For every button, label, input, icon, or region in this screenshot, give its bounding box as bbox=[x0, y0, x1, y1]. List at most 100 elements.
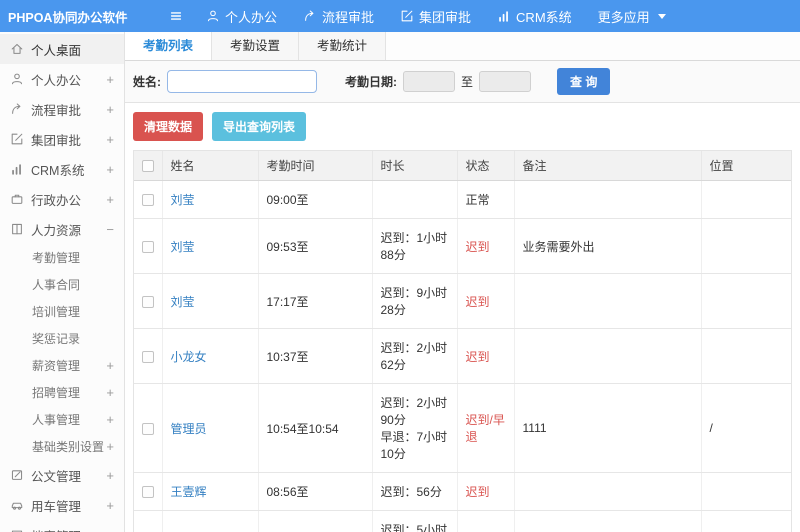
note-cell: 业务需要外出 bbox=[514, 218, 702, 274]
attendance-time-cell: 09:53至 bbox=[258, 218, 373, 274]
nav-item-more-apps[interactable]: 更多应用 bbox=[585, 0, 679, 32]
sidebar-subitem-salary-management[interactable]: 薪资管理 + bbox=[0, 352, 124, 379]
tab-attendance-settings[interactable]: 考勤设置 bbox=[212, 32, 300, 60]
actions-bar: 清理数据 导出查询列表 bbox=[125, 103, 800, 150]
expand-plus-icon[interactable]: + bbox=[106, 412, 114, 427]
date-to-input[interactable] bbox=[479, 71, 532, 92]
tab-attendance-list[interactable]: 考勤列表 bbox=[125, 32, 213, 60]
location-cell bbox=[701, 218, 791, 274]
employee-name-link[interactable]: 小龙女 bbox=[171, 350, 207, 364]
user-icon bbox=[206, 9, 220, 23]
sidebar-item-label: 用车管理 bbox=[31, 499, 82, 514]
nav-item-crm-system[interactable]: CRM系统 bbox=[484, 0, 585, 32]
attendance-table: 姓名 考勤时间 时长 状态 备注 位置 刘莹 09:00至 正常 刘莹 09:53至 迟到：1小时8… bbox=[133, 150, 792, 532]
expand-plus-icon[interactable]: + bbox=[106, 192, 114, 207]
status-cell: 迟到 bbox=[457, 472, 515, 511]
top-navbar: PHPOA协同办公软件 个人办公 流程审批 集团审批 CRM系统 更多应用 bbox=[0, 0, 800, 32]
archive-icon bbox=[10, 528, 24, 532]
export-list-button[interactable]: 导出查询列表 bbox=[212, 112, 307, 141]
collapse-minus-icon[interactable]: − bbox=[106, 222, 114, 237]
status-cell: 迟到 bbox=[457, 273, 515, 329]
sidebar-item-label: 流程审批 bbox=[31, 103, 82, 118]
nav-item-group-approval[interactable]: 集团审批 bbox=[387, 0, 484, 32]
car-icon bbox=[10, 498, 24, 512]
sidebar-item-document-management[interactable]: 公文管理 + bbox=[0, 460, 124, 490]
expand-plus-icon[interactable]: + bbox=[106, 439, 114, 454]
sidebar-item-workflow-approval[interactable]: 流程审批 + bbox=[0, 94, 124, 124]
sidebar-item-personal-office[interactable]: 个人办公 + bbox=[0, 64, 124, 94]
row-checkbox[interactable] bbox=[142, 295, 154, 308]
employee-name-link[interactable]: 刘莹 bbox=[171, 295, 195, 309]
clean-data-button[interactable]: 清理数据 bbox=[133, 112, 204, 141]
date-from-input[interactable] bbox=[403, 71, 455, 92]
expand-plus-icon[interactable]: + bbox=[106, 102, 114, 117]
location-cell bbox=[701, 328, 791, 384]
sidebar-subitem-label: 奖惩记录 bbox=[32, 332, 81, 346]
status-cell: 迟到/早退 bbox=[457, 383, 515, 473]
sidebar-subitem-reward-punishment-records[interactable]: 奖惩记录 bbox=[0, 325, 124, 352]
nav-item-label: CRM系统 bbox=[516, 9, 572, 25]
sidebar-item-human-resources[interactable]: 人力资源 − bbox=[0, 214, 124, 244]
attendance-time-cell: 10:37至 bbox=[258, 328, 373, 384]
sidebar-subitem-label: 薪资管理 bbox=[32, 359, 81, 373]
sidebar-subitem-training-management[interactable]: 培训管理 bbox=[0, 298, 124, 325]
expand-plus-icon[interactable]: + bbox=[106, 72, 114, 87]
sidebar-subitem-personnel-contract[interactable]: 人事合同 bbox=[0, 271, 124, 298]
sidebar-subitem-personnel-management[interactable]: 人事管理 + bbox=[0, 406, 124, 433]
row-checkbox[interactable] bbox=[142, 422, 154, 435]
nav-item-personal-office[interactable]: 个人办公 bbox=[193, 0, 290, 32]
expand-plus-icon[interactable]: + bbox=[106, 358, 114, 373]
tab-attendance-statistics[interactable]: 考勤统计 bbox=[299, 32, 387, 60]
select-all-checkbox[interactable] bbox=[142, 160, 154, 173]
sidebar-item-archive-management[interactable]: 档案管理 + bbox=[0, 520, 124, 532]
row-checkbox[interactable] bbox=[142, 486, 154, 499]
employee-name-link[interactable]: 刘莹 bbox=[171, 193, 195, 207]
chart-icon bbox=[497, 9, 511, 23]
top-nav: 个人办公 流程审批 集团审批 CRM系统 更多应用 bbox=[193, 0, 679, 32]
expand-plus-icon[interactable]: + bbox=[106, 528, 114, 532]
edit-icon bbox=[10, 132, 24, 146]
row-checkbox[interactable] bbox=[142, 350, 154, 363]
sidebar-subitem-base-category-settings[interactable]: 基础类别设置 + bbox=[0, 433, 124, 460]
caret-down-icon bbox=[657, 13, 666, 19]
table-row: 刘莹 09:53至 迟到：1小时88分 迟到 业务需要外出 bbox=[134, 218, 791, 274]
sidebar-subitem-attendance-management[interactable]: 考勤管理 bbox=[0, 244, 124, 271]
location-cell: / bbox=[701, 510, 791, 532]
note-cell bbox=[514, 472, 702, 511]
row-checkbox[interactable] bbox=[142, 240, 154, 253]
hamburger-icon[interactable] bbox=[169, 9, 183, 23]
employee-name-link[interactable]: 管理员 bbox=[171, 422, 207, 436]
expand-plus-icon[interactable]: + bbox=[106, 468, 114, 483]
nav-item-workflow-approval[interactable]: 流程审批 bbox=[290, 0, 387, 32]
nav-item-label: 集团审批 bbox=[419, 9, 472, 25]
column-header: 时长 bbox=[372, 151, 458, 181]
expand-plus-icon[interactable]: + bbox=[106, 498, 114, 513]
sidebar-item-crm-system[interactable]: CRM系统 + bbox=[0, 154, 124, 184]
search-button[interactable]: 查 询 bbox=[557, 68, 611, 95]
table-row: 刘莹 09:00至 正常 bbox=[134, 180, 791, 219]
note-cell bbox=[514, 273, 702, 329]
employee-name-link[interactable]: 王壹辉 bbox=[171, 485, 207, 499]
name-input[interactable] bbox=[167, 70, 317, 93]
date-label: 考勤日期: bbox=[345, 75, 397, 89]
location-cell bbox=[701, 472, 791, 511]
note-cell bbox=[514, 510, 702, 532]
sidebar-item-label: 公文管理 bbox=[31, 469, 82, 484]
row-checkbox[interactable] bbox=[142, 194, 154, 207]
attendance-time-cell: 17:17至 bbox=[258, 273, 373, 329]
expand-plus-icon[interactable]: + bbox=[106, 132, 114, 147]
sidebar-item-group-approval[interactable]: 集团审批 + bbox=[0, 124, 124, 154]
sidebar-item-label: 人力资源 bbox=[31, 223, 82, 238]
sidebar-subitem-label: 人事管理 bbox=[32, 413, 81, 427]
sidebar-item-vehicle-management[interactable]: 用车管理 + bbox=[0, 490, 124, 520]
sidebar-item-admin-office[interactable]: 行政办公 + bbox=[0, 184, 124, 214]
employee-name-link[interactable]: 刘莹 bbox=[171, 240, 195, 254]
expand-plus-icon[interactable]: + bbox=[106, 385, 114, 400]
table-row: 王壹辉 08:56至 迟到：56分 迟到 bbox=[134, 472, 791, 511]
sidebar-item-personal-desktop[interactable]: 个人桌面 bbox=[0, 34, 124, 64]
home-icon bbox=[10, 42, 24, 56]
table-row: 管理员 10:54至10:54 迟到：2小时90分 早退：7小时10分 迟到/早退 11… bbox=[134, 383, 791, 473]
book-icon bbox=[10, 222, 24, 236]
expand-plus-icon[interactable]: + bbox=[106, 162, 114, 177]
sidebar-subitem-recruitment-management[interactable]: 招聘管理 + bbox=[0, 379, 124, 406]
